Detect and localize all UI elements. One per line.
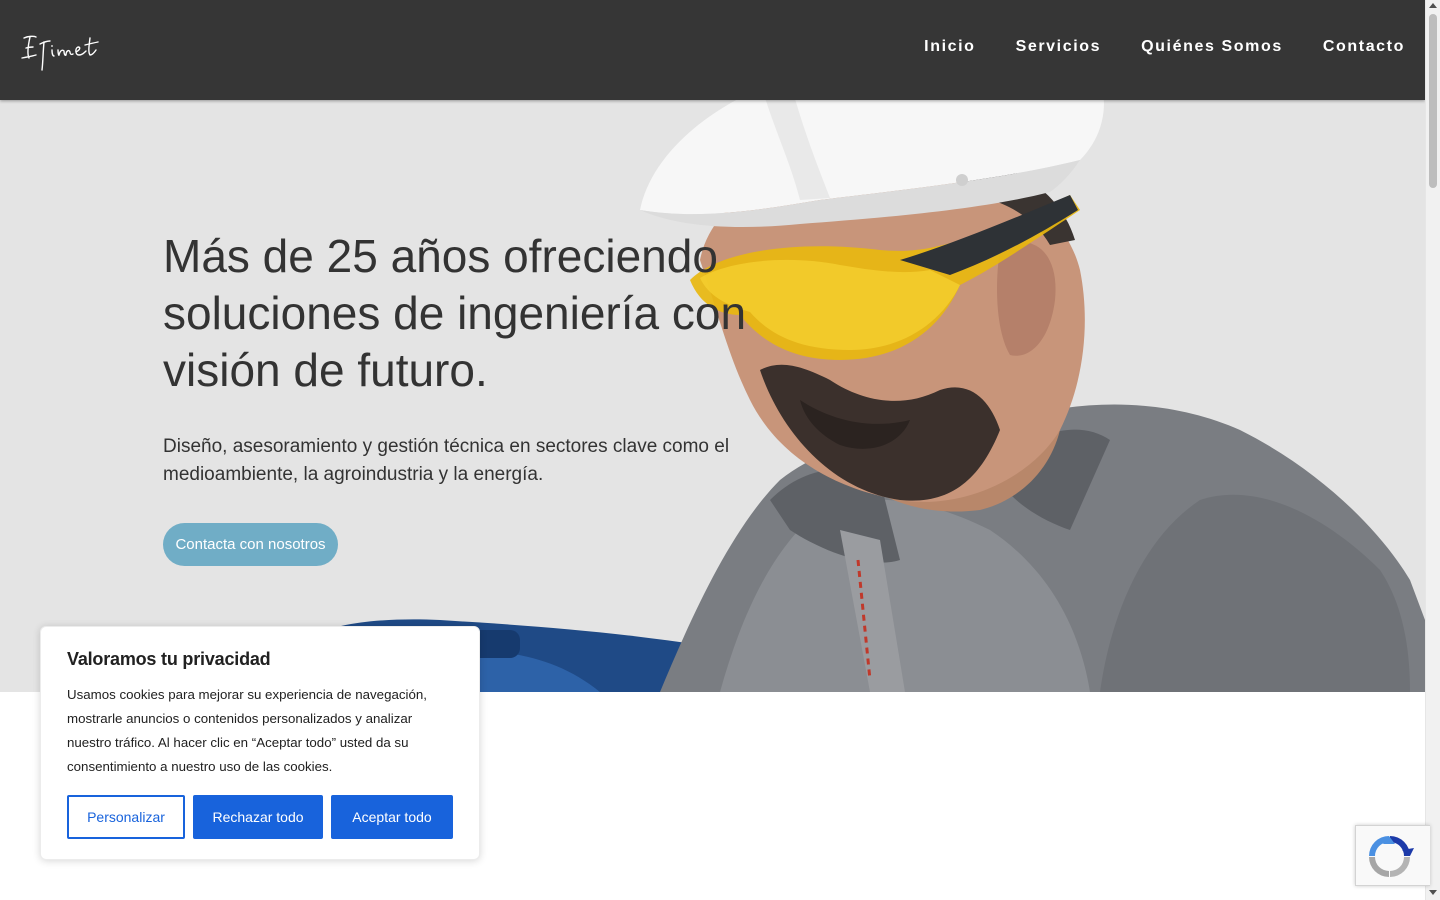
recaptcha-badge[interactable] [1355,825,1430,886]
hero-section: Más de 25 años ofreciendo soluciones de … [0,100,1425,692]
contact-us-button[interactable]: Contacta con nosotros [163,523,338,566]
page-scrollbar[interactable] [1425,0,1440,900]
site-header: Inicio Servicios Quiénes Somos Contacto [0,0,1425,100]
hero-subtitle: Diseño, asesoramiento y gestión técnica … [163,436,730,485]
scroll-up-arrow-icon[interactable] [1429,3,1437,8]
recaptcha-logo-icon [1369,836,1414,877]
reject-all-cookies-button[interactable]: Rechazar todo [193,795,323,839]
cookie-consent-banner: Valoramos tu privacidad Usamos cookies p… [40,626,480,860]
customize-cookies-button[interactable]: Personalizar [67,795,185,839]
cookie-title: Valoramos tu privacidad [67,649,271,669]
scroll-down-arrow-icon[interactable] [1429,890,1437,895]
accept-all-cookies-button[interactable]: Aceptar todo [331,795,453,839]
cookie-actions: Personalizar Rechazar todo Aceptar todo [67,795,453,839]
nav-servicios[interactable]: Servicios [1016,38,1102,56]
nav-inicio[interactable]: Inicio [924,38,975,56]
hero-title: Más de 25 años ofreciendo soluciones de … [163,230,747,396]
efimet-logo[interactable] [18,28,102,74]
efimet-signature-logo [21,35,99,71]
nav-quienes-somos[interactable]: Quiénes Somos [1141,38,1283,56]
scrollbar-thumb[interactable] [1429,14,1437,188]
cookie-text: Usamos cookies para mejorar su experienc… [67,687,427,774]
nav-contacto[interactable]: Contacto [1323,38,1405,56]
main-nav: Inicio Servicios Quiénes Somos Contacto [924,38,1405,56]
